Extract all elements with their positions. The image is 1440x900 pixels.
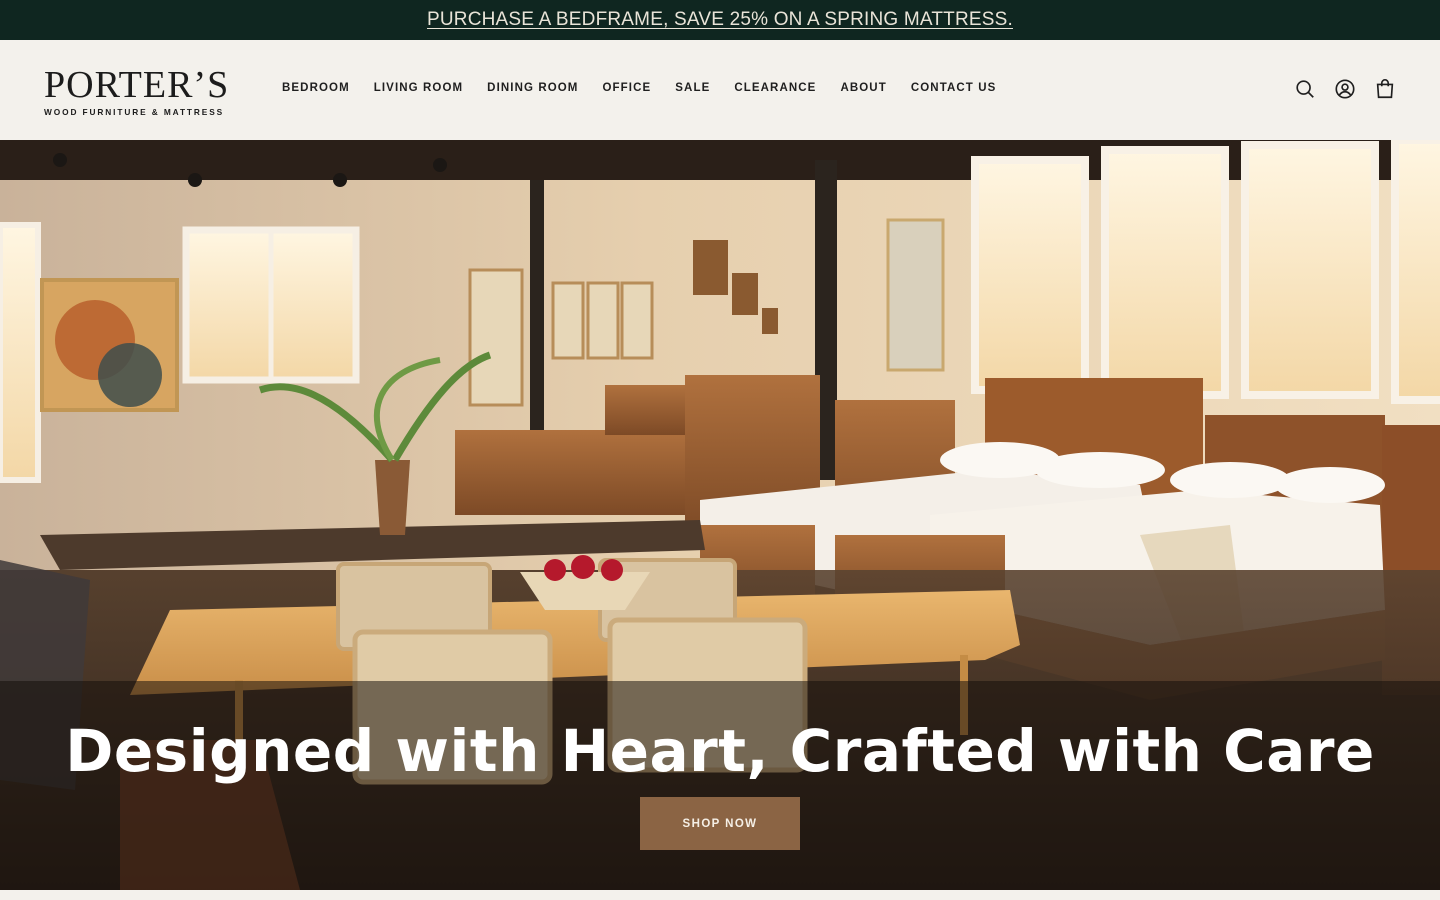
search-icon[interactable] bbox=[1294, 77, 1316, 101]
page-bottom-edge bbox=[0, 890, 1440, 900]
header-actions bbox=[1294, 77, 1396, 101]
nav-item-contact-us[interactable]: CONTACT US bbox=[911, 82, 997, 98]
cart-icon[interactable] bbox=[1374, 77, 1396, 101]
site-header: PORTER’S WOOD FURNITURE & MATTRESS BEDRO… bbox=[0, 40, 1440, 140]
main-nav: BEDROOM LIVING ROOM DINING ROOM OFFICE S… bbox=[282, 82, 1020, 98]
nav-item-clearance[interactable]: CLEARANCE bbox=[734, 82, 816, 98]
nav-item-bedroom[interactable]: BEDROOM bbox=[282, 82, 350, 98]
brand-logo[interactable]: PORTER’S WOOD FURNITURE & MATTRESS bbox=[44, 66, 244, 118]
brand-tagline: WOOD FURNITURE & MATTRESS bbox=[44, 107, 225, 117]
nav-item-office[interactable]: OFFICE bbox=[603, 82, 652, 98]
brand-name: PORTER’S bbox=[44, 64, 230, 106]
nav-item-sale[interactable]: SALE bbox=[675, 82, 710, 98]
shop-now-button[interactable]: SHOP NOW bbox=[640, 797, 800, 850]
announcement-bar: PURCHASE A BEDFRAME, SAVE 25% ON A SPRIN… bbox=[0, 0, 1440, 40]
hero-banner: Designed with Heart, Crafted with Care S… bbox=[0, 140, 1440, 890]
nav-item-living-room[interactable]: LIVING ROOM bbox=[374, 82, 463, 98]
nav-item-about[interactable]: ABOUT bbox=[840, 82, 886, 98]
announcement-link[interactable]: PURCHASE A BEDFRAME, SAVE 25% ON A SPRIN… bbox=[427, 9, 1013, 31]
nav-item-dining-room[interactable]: DINING ROOM bbox=[487, 82, 578, 98]
account-icon[interactable] bbox=[1334, 77, 1356, 101]
hero-title: Designed with Heart, Crafted with Care bbox=[65, 717, 1375, 785]
